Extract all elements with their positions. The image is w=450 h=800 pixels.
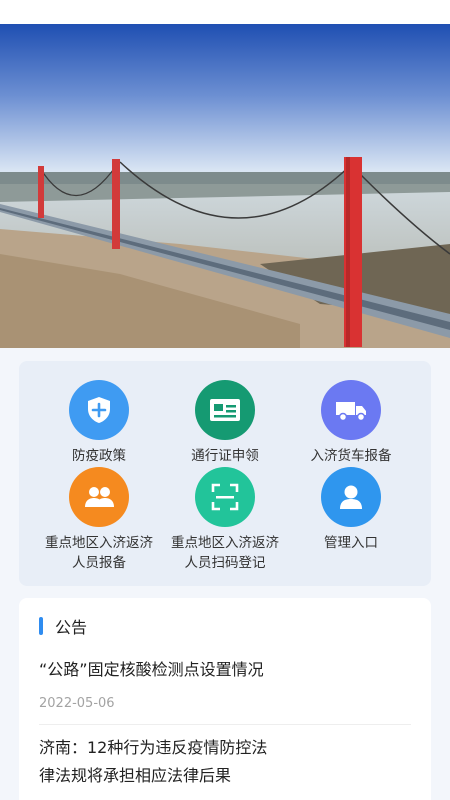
notice-item[interactable]: “公路”固定核酸检测点设置情况 2022-05-06 [39,656,411,711]
grid-item-pass-application[interactable]: 通行证申领 [155,380,295,466]
notice-item-title: “公路”固定核酸检测点设置情况 [39,660,264,679]
grid-item-key-area-report[interactable]: 重点地区入济返济 人员报备 [29,467,169,573]
divider [39,724,411,725]
banner-image[interactable] [0,24,450,348]
grid-item-truck-report[interactable]: 入济货车报备 [281,380,421,466]
grid-item-admin-entry[interactable]: 管理入口 [281,467,421,553]
grid-item-label: 重点地区入济返济 人员扫码登记 [171,535,279,571]
grid-item-label: 重点地区入济返济 人员报备 [45,535,153,571]
notice-title: 公告 [55,618,88,637]
shield-plus-icon [69,380,129,440]
grid-item-key-area-scan-register[interactable]: 重点地区入济返济 人员扫码登记 [155,467,295,573]
admin-user-icon [321,467,381,527]
notice-accent-bar [39,617,43,635]
grid-item-label: 入济货车报备 [310,448,392,464]
notice-item[interactable]: 济南：12种行为违反疫情防控法 律法规将承担相应法律后果 [39,734,411,790]
truck-icon [321,380,381,440]
bridge-photo [0,24,450,348]
grid-item-epidemic-policy[interactable]: 防疫政策 [29,380,169,466]
scan-icon [195,467,255,527]
people-icon [69,467,129,527]
id-card-icon [195,380,255,440]
grid-item-label: 通行证申领 [191,448,259,464]
grid-item-label: 管理入口 [324,535,378,551]
notice-item-date: 2022-05-06 [39,696,115,711]
status-bar [0,0,450,24]
notice-header: 公告 [39,614,87,638]
grid-item-label: 防疫政策 [72,448,126,464]
notice-card: 公告 “公路”固定核酸检测点设置情况 2022-05-06 济南：12种行为违反… [19,598,431,800]
service-grid: 防疫政策 通行证申领 入济货车报备 重点地区入济返济 人员报备 重点地区入济返济… [19,361,431,586]
notice-item-title: 济南：12种行为违反疫情防控法 律法规将承担相应法律后果 [39,738,268,785]
